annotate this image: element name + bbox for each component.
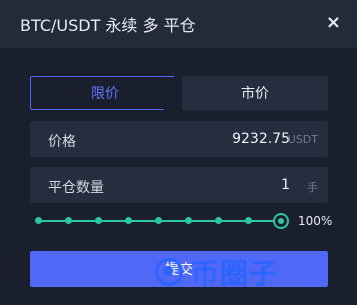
close-position-dialog: BTC/USDT 永续 多 平仓 × 限价 市价 价格 9232.75 USDT… [0, 0, 357, 305]
slider-step-2[interactable] [95, 217, 102, 224]
price-unit: USDT [287, 133, 318, 146]
slider-step-3[interactable] [125, 217, 132, 224]
close-button[interactable]: × [326, 12, 341, 33]
coin-icon [155, 258, 183, 286]
tab-limit[interactable]: 限价 [30, 76, 180, 110]
order-type-tabs: 限价 市价 [30, 76, 328, 110]
close-amount-value[interactable]: 1 [281, 177, 290, 193]
slider-step-0[interactable] [35, 217, 42, 224]
slider-percent: 100% [298, 214, 333, 228]
dialog-title: BTC/USDT 永续 多 平仓 [20, 16, 196, 35]
close-amount-field[interactable]: 平仓数量 1 手 [30, 167, 328, 203]
dialog-header: BTC/USDT 永续 多 平仓 × [0, 0, 357, 48]
slider-step-6[interactable] [215, 217, 222, 224]
slider-step-7[interactable] [245, 217, 252, 224]
close-amount-unit: 手 [307, 181, 318, 194]
slider-step-4[interactable] [155, 217, 162, 224]
watermark-logo: 币圈子 [155, 252, 278, 292]
watermark-text: 币圈子 [191, 257, 279, 290]
price-label: 价格 [48, 134, 76, 150]
amount-slider[interactable] [32, 211, 289, 231]
slider-knob[interactable] [273, 213, 289, 229]
price-field[interactable]: 价格 9232.75 USDT [30, 121, 328, 157]
close-icon: × [325, 12, 341, 33]
tab-market-label: 市价 [241, 86, 269, 102]
tab-market[interactable]: 市价 [182, 76, 328, 110]
slider-step-5[interactable] [185, 217, 192, 224]
tab-limit-label: 限价 [91, 86, 119, 102]
price-value[interactable]: 9232.75 [232, 131, 290, 147]
close-amount-label: 平仓数量 [48, 180, 104, 196]
slider-step-1[interactable] [65, 217, 72, 224]
